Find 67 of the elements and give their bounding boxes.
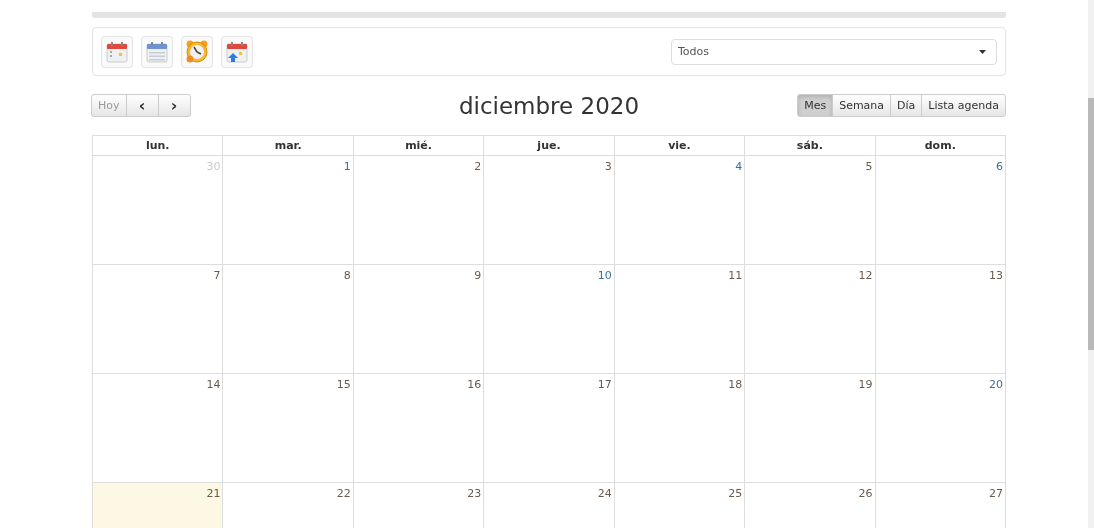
view-tab[interactable]: Semana <box>832 94 892 117</box>
day-cell[interactable]: 18 <box>614 374 746 483</box>
month-title: diciembre 2020 <box>458 92 640 119</box>
day-number: 24 <box>597 487 612 500</box>
day-number: 1 <box>343 160 351 173</box>
day-number: 19 <box>858 378 873 391</box>
next-button[interactable]: › <box>157 94 191 117</box>
caret-icon <box>979 49 986 54</box>
list-calendar-icon <box>145 39 169 64</box>
day-number: 8 <box>343 269 351 282</box>
select-value: Todos <box>678 45 711 58</box>
day-cell[interactable]: 5 <box>745 156 876 265</box>
day-number: 14 <box>206 378 221 391</box>
day-number: 3 <box>604 160 612 173</box>
calendar-upload-icon <box>225 39 249 64</box>
previous-button[interactable]: ‹ <box>125 94 159 117</box>
view-tab[interactable]: Mes <box>797 94 834 117</box>
day-number: 7 <box>213 269 221 282</box>
day-cell[interactable]: 14 <box>93 374 224 483</box>
calendar-icon <box>105 39 129 64</box>
day-number: 18 <box>728 378 743 391</box>
day-cell[interactable]: 8 <box>223 265 354 374</box>
day-number: 9 <box>474 269 482 282</box>
day-number: 10 <box>597 269 612 282</box>
day-cell[interactable]: 13 <box>875 265 1006 374</box>
day-number: 13 <box>989 269 1003 282</box>
day-number: 15 <box>336 378 351 391</box>
day-cell[interactable]: 2 <box>353 156 485 265</box>
today-cell[interactable]: 21 <box>93 483 224 528</box>
scrollbar[interactable] <box>1088 0 1094 528</box>
day-number: 23 <box>467 487 482 500</box>
day-cell[interactable]: 6 <box>875 156 1006 265</box>
day-cell[interactable]: 12 <box>745 265 876 374</box>
day-number: 22 <box>336 487 351 500</box>
toolbar-button[interactable] <box>141 35 173 68</box>
day-number: 16 <box>467 378 482 391</box>
day-number: 25 <box>728 487 743 500</box>
day-number: 4 <box>735 160 743 173</box>
day-cell[interactable]: 3 <box>484 156 615 265</box>
day-cell[interactable]: 20 <box>875 374 1006 483</box>
day-cell[interactable]: 11 <box>614 265 746 374</box>
toolbar-button[interactable] <box>221 35 253 68</box>
day-number: 20 <box>989 378 1003 391</box>
day-number: 5 <box>865 160 873 173</box>
day-cell[interactable]: 10 <box>484 265 615 374</box>
day-number: 6 <box>996 160 1003 173</box>
view-tab[interactable]: Día <box>890 94 923 117</box>
day-cell[interactable]: 17 <box>484 374 615 483</box>
toolbar-button[interactable] <box>181 35 213 68</box>
day-cell[interactable]: 9 <box>353 265 485 374</box>
day-number: 27 <box>989 487 1003 500</box>
day-cell[interactable]: 16 <box>353 374 485 483</box>
filter-select[interactable]: Todos <box>671 38 997 65</box>
day-number: 26 <box>858 487 873 500</box>
day-cell[interactable]: 7 <box>93 265 224 374</box>
day-number: 11 <box>728 269 743 282</box>
day-cell[interactable]: 4 <box>614 156 746 265</box>
day-number: 2 <box>474 160 482 173</box>
day-number: 12 <box>858 269 873 282</box>
day-cell[interactable]: 19 <box>745 374 876 483</box>
alarm-clock-icon <box>184 38 210 65</box>
view-tab[interactable]: Lista agenda <box>921 94 1006 117</box>
day-number: 17 <box>597 378 612 391</box>
toolbar-button[interactable] <box>101 35 133 68</box>
day-cell[interactable]: 1 <box>223 156 354 265</box>
day-number: 21 <box>206 487 221 500</box>
day-cell[interactable]: 15 <box>223 374 354 483</box>
